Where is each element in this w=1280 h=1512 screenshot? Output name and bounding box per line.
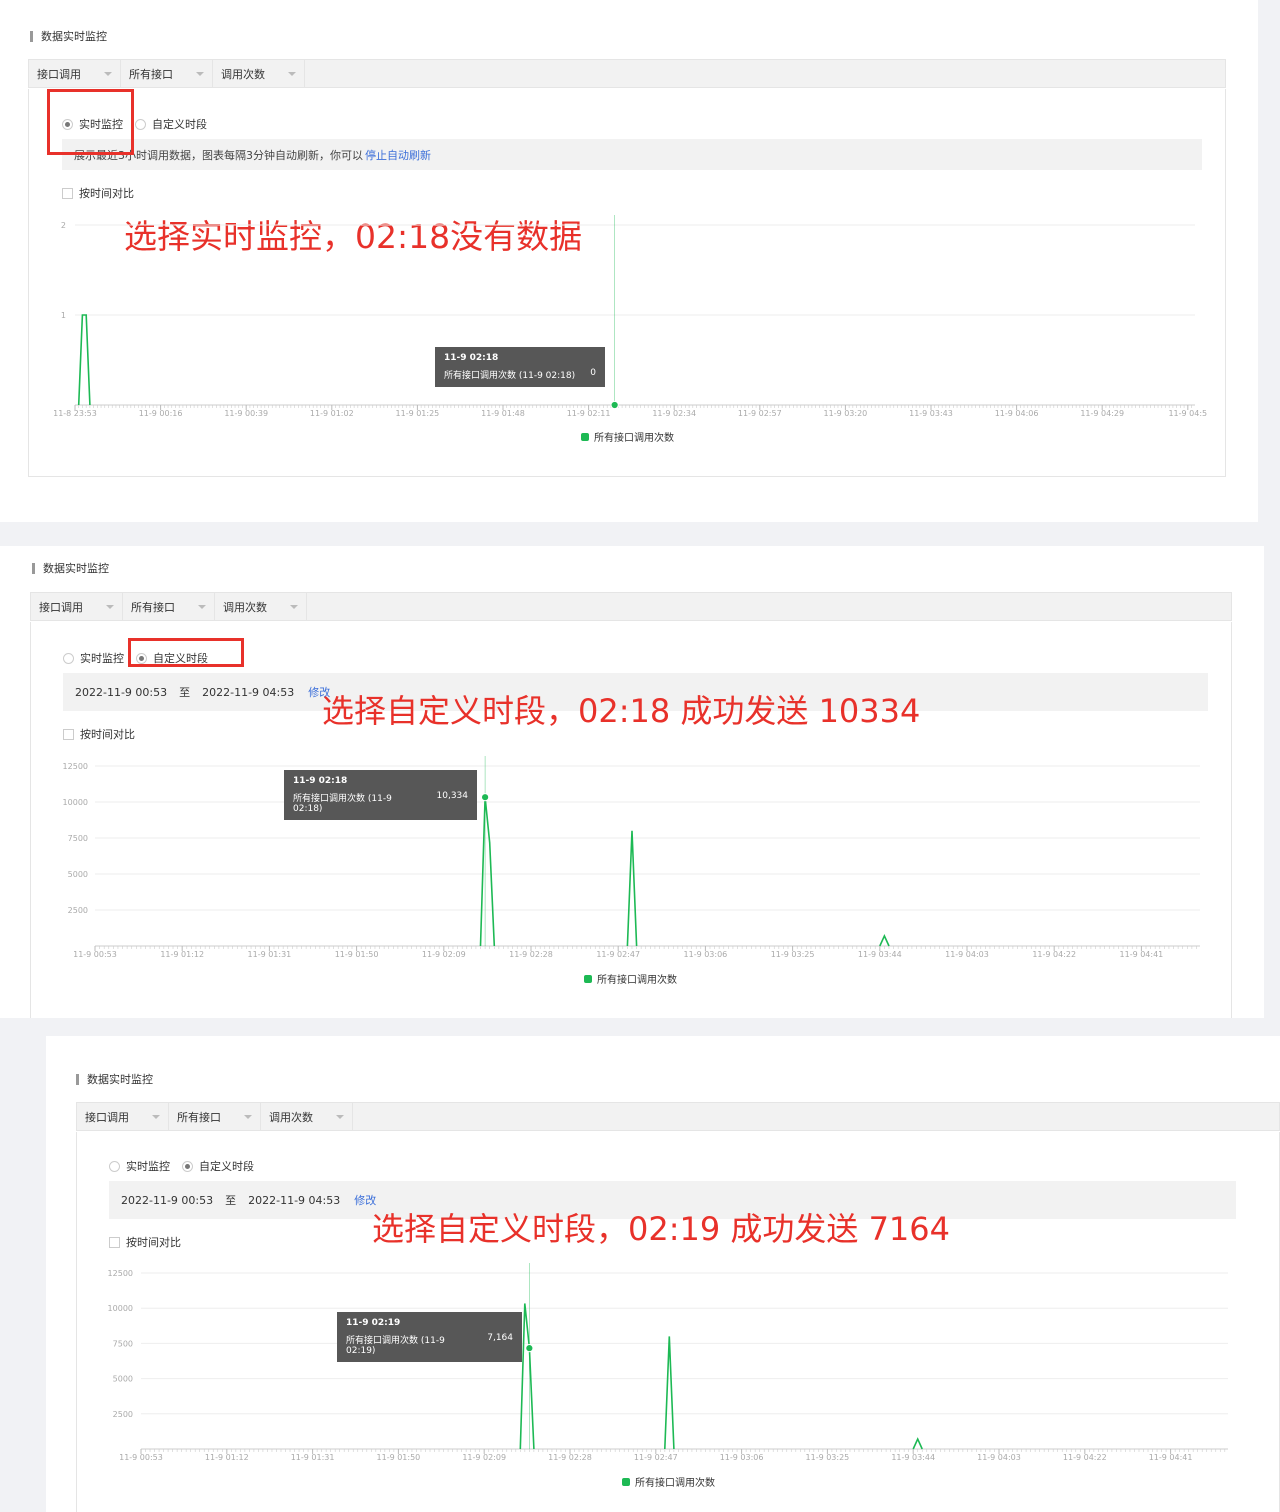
tooltip-value: 0 xyxy=(590,368,596,378)
x-tick-label: 11-8 23:53 xyxy=(53,409,97,418)
tooltip-title: 11-9 02:18 xyxy=(444,353,499,363)
legend-label: 所有接口调用次数 xyxy=(594,433,674,444)
chart-tooltip: 11-9 02:18 所有接口调用次数 (11-9 02:18) 0 xyxy=(435,347,605,387)
y-tick-label: 12500 xyxy=(108,1269,133,1278)
x-tick-label: 11-9 02:28 xyxy=(509,950,553,959)
x-tick-label: 11-9 01:31 xyxy=(291,1453,335,1462)
hover-point xyxy=(525,1344,534,1353)
x-tick-label: 11-9 04:29 xyxy=(1080,409,1124,418)
x-tick-label: 11-9 01:12 xyxy=(205,1453,249,1462)
x-tick-label: 11-9 03:44 xyxy=(858,950,902,959)
y-tick-label: 2500 xyxy=(68,906,88,915)
tooltip-label: 所有接口调用次数 (11-9 02:18) xyxy=(293,794,392,814)
chart-tooltip: 11-9 02:18 所有接口调用次数 (11-9 02:18) 10,334 xyxy=(284,770,477,820)
x-tick-label: 11-9 02:34 xyxy=(652,409,696,418)
legend-swatch xyxy=(584,974,592,983)
x-tick-label: 11-9 03:43 xyxy=(909,409,953,418)
x-tick-label: 11-9 04:5 xyxy=(1168,409,1207,418)
x-tick-label: 11-9 01:12 xyxy=(160,950,204,959)
x-tick-label: 11-9 03:20 xyxy=(824,409,868,418)
x-tick-label: 11-9 03:25 xyxy=(806,1453,850,1462)
x-tick-label: 11-9 00:53 xyxy=(119,1453,163,1462)
x-tick-label: 11-9 01:02 xyxy=(310,409,354,418)
x-tick-label: 11-9 03:06 xyxy=(684,950,728,959)
x-tick-label: 11-9 02:57 xyxy=(738,409,782,418)
tooltip-value: 7,164 xyxy=(487,1333,513,1343)
x-tick-label: 11-9 00:39 xyxy=(224,409,268,418)
tooltip-title: 11-9 02:19 xyxy=(346,1318,401,1328)
series-line xyxy=(879,933,890,947)
x-tick-label: 11-9 02:47 xyxy=(596,950,640,959)
hover-point xyxy=(481,793,490,802)
chart-legend[interactable]: 所有接口调用次数 xyxy=(584,971,677,986)
x-tick-label: 11-9 04:41 xyxy=(1120,950,1164,959)
x-tick-label: 11-9 01:48 xyxy=(481,409,525,418)
y-tick-label: 5000 xyxy=(113,1375,133,1384)
x-tick-label: 11-9 04:41 xyxy=(1149,1453,1193,1462)
legend-label: 所有接口调用次数 xyxy=(635,1478,715,1489)
chart-legend[interactable]: 所有接口调用次数 xyxy=(622,1474,715,1489)
x-tick-label: 11-9 04:03 xyxy=(977,1453,1021,1462)
x-tick-label: 11-9 04:22 xyxy=(1032,950,1076,959)
line-chart: 2500 5000 7500 10000 12500 11-9 00:53 11-9 01:… xyxy=(63,756,1200,959)
x-tick-label: 11-9 01:50 xyxy=(335,950,379,959)
series-line xyxy=(479,797,496,947)
x-tick-label: 11-9 03:44 xyxy=(891,1453,935,1462)
chart-legend[interactable]: 所有接口调用次数 xyxy=(581,429,674,444)
screenshot-custom-0219: 数据实时监控 接口调用 所有接口 调用次数 实时监控 自定义时段 2022-11… xyxy=(46,1036,1280,1512)
chart-tooltip: 11-9 02:19 所有接口调用次数 (11-9 02:19) 7,164 xyxy=(337,1312,522,1362)
y-tick-label: 10000 xyxy=(63,798,88,807)
series-line xyxy=(626,830,638,947)
screenshot-custom-0218: 数据实时监控 接口调用 所有接口 调用次数 实时监控 自定义时段 2022-11… xyxy=(0,546,1264,1018)
series-line xyxy=(664,1336,675,1450)
x-tick-label: 11-9 01:31 xyxy=(248,950,292,959)
x-tick-label: 11-9 02:09 xyxy=(462,1453,506,1462)
y-tick-label: 12500 xyxy=(63,762,88,771)
x-tick-label: 11-9 03:06 xyxy=(720,1453,764,1462)
legend-label: 所有接口调用次数 xyxy=(597,975,677,986)
x-tick-label: 11-9 02:28 xyxy=(548,1453,592,1462)
y-tick-label: 5000 xyxy=(68,870,88,879)
tooltip-label: 所有接口调用次数 (11-9 02:19) xyxy=(346,1336,445,1356)
x-tick-label: 11-9 04:03 xyxy=(945,950,989,959)
y-tick-label: 7500 xyxy=(113,1339,133,1348)
x-tick-label: 11-9 01:25 xyxy=(396,409,440,418)
x-tick-label: 11-9 04:06 xyxy=(995,409,1039,418)
x-tick-label: 11-9 00:53 xyxy=(73,950,117,959)
tooltip-value: 10,334 xyxy=(436,791,469,801)
y-tick-label: 2500 xyxy=(113,1410,133,1419)
series-line xyxy=(912,1437,923,1450)
series-line xyxy=(77,314,91,406)
legend-swatch xyxy=(581,432,589,441)
series-line xyxy=(519,1303,535,1450)
x-tick-label: 11-9 02:09 xyxy=(422,950,466,959)
x-tick-label: 11-9 04:22 xyxy=(1063,1453,1107,1462)
y-tick-label: 1 xyxy=(61,311,66,320)
x-tick-label: 11-9 02:11 xyxy=(567,409,611,418)
x-tick-label: 11-9 02:47 xyxy=(634,1453,678,1462)
legend-swatch xyxy=(622,1477,630,1486)
x-tick-label: 11-9 01:50 xyxy=(377,1453,421,1462)
x-tick-label: 11-9 00:16 xyxy=(139,409,183,418)
tooltip-label: 所有接口调用次数 (11-9 02:18) xyxy=(444,371,576,381)
y-tick-label: 10000 xyxy=(108,1304,133,1313)
y-tick-label: 7500 xyxy=(68,834,88,843)
y-tick-label: 2 xyxy=(61,221,66,230)
screenshot-realtime: 数据实时监控 接口调用 所有接口 调用次数 实时监控 自定义时段 展示最近3小时… xyxy=(0,0,1258,522)
x-tick-label: 11-9 03:25 xyxy=(771,950,815,959)
tooltip-title: 11-9 02:18 xyxy=(293,776,348,786)
line-chart: 2500 5000 7500 10000 12500 11-9 00:53 11-9 01:… xyxy=(108,1263,1228,1462)
hover-point xyxy=(610,400,619,410)
